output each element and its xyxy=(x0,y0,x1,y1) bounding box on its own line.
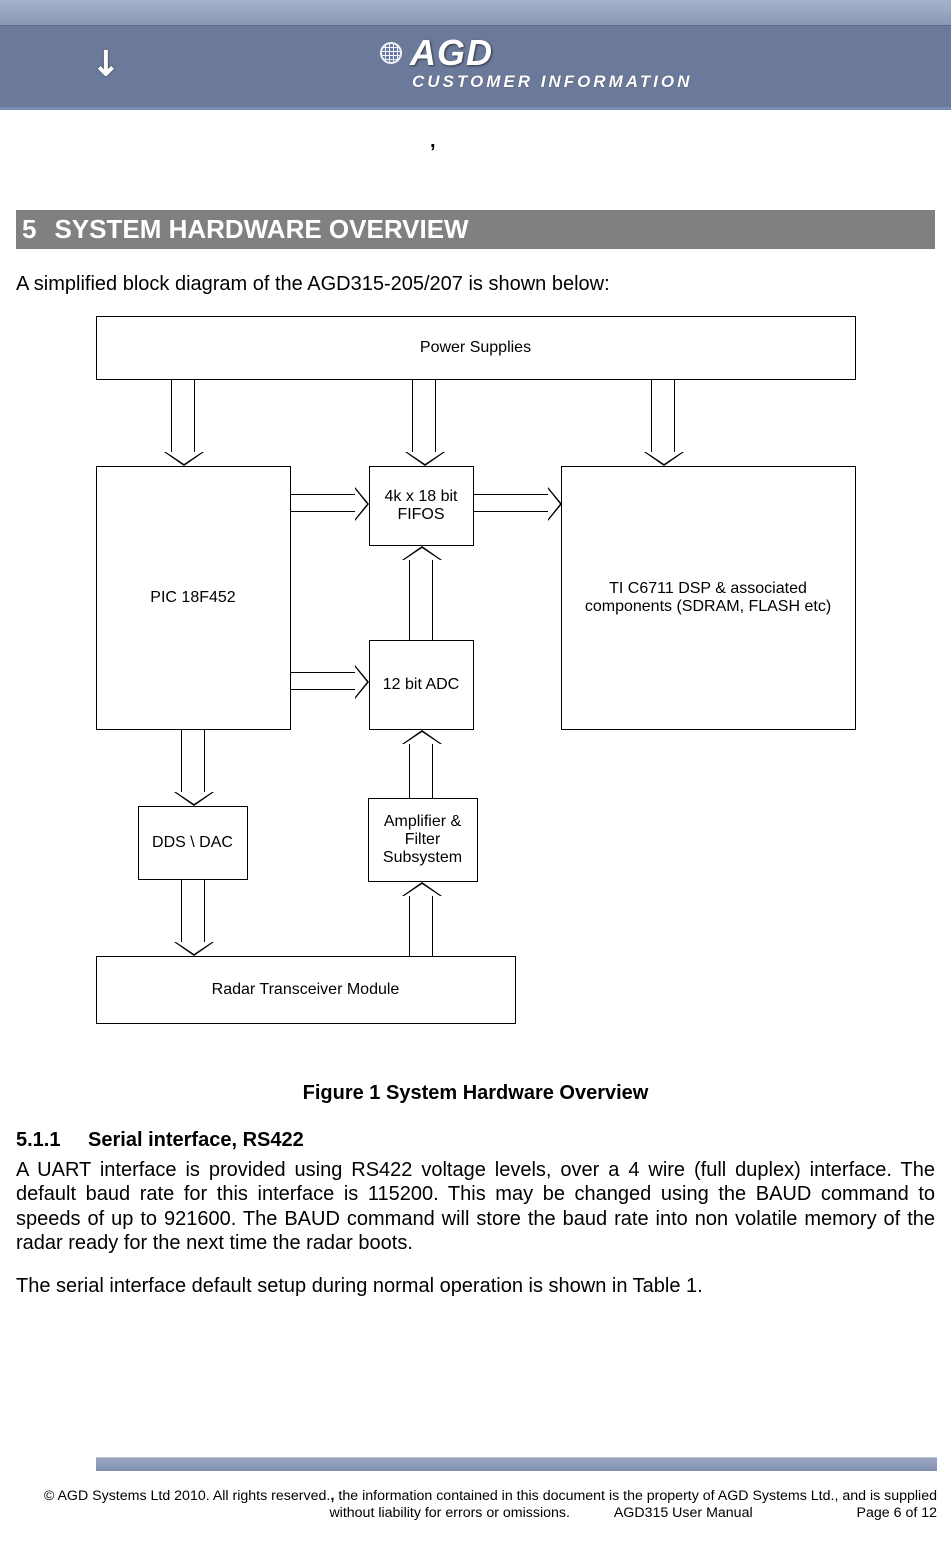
brand-text: AGD xyxy=(410,32,493,74)
subsection-heading: 5.1.1 Serial interface, RS422 xyxy=(16,1129,935,1152)
arrow-down-right-icon: ↘ xyxy=(82,38,130,86)
figure-caption: Figure 1 System Hardware Overview xyxy=(16,1082,935,1105)
stray-comma: , xyxy=(430,130,436,153)
arrow-icon xyxy=(412,380,436,452)
subsection-number: 5.1.1 xyxy=(16,1129,60,1151)
paragraph-2: The serial interface default setup durin… xyxy=(16,1274,935,1298)
block-adc: 12 bit ADC xyxy=(369,640,474,730)
arrow-icon xyxy=(409,560,433,640)
block-dsp: TI C6711 DSP & associated components (SD… xyxy=(561,466,856,730)
arrow-icon xyxy=(474,494,548,512)
arrow-icon xyxy=(171,380,195,452)
footer-text: © AGD Systems Ltd 2010. All rights reser… xyxy=(14,1487,937,1524)
arrow-icon xyxy=(181,880,205,942)
arrow-icon xyxy=(409,896,433,956)
arrow-icon xyxy=(291,672,355,690)
footer-doc-title: AGD315 User Manual xyxy=(614,1505,753,1523)
globe-icon xyxy=(380,42,402,64)
section-number: 5 xyxy=(22,214,36,245)
footer-page-number: Page 6 of 12 xyxy=(857,1505,937,1523)
block-pic: PIC 18F452 xyxy=(96,466,291,730)
subsection-title: Serial interface, RS422 xyxy=(88,1129,304,1151)
brand-logo: AGD xyxy=(380,32,493,74)
block-amplifier: Amplifier & Filter Subsystem xyxy=(368,798,478,882)
arrow-icon xyxy=(291,494,355,512)
block-radar: Radar Transceiver Module xyxy=(96,956,516,1024)
footer-liability: without liability for errors or omission… xyxy=(329,1505,569,1523)
footer-bar xyxy=(96,1457,937,1471)
section-title: SYSTEM HARDWARE OVERVIEW xyxy=(54,214,468,245)
section-header: 5 SYSTEM HARDWARE OVERVIEW xyxy=(16,210,935,249)
block-dds: DDS \ DAC xyxy=(138,806,248,880)
block-fifo: 4k x 18 bit FIFOS xyxy=(369,466,474,546)
block-power-supplies: Power Supplies xyxy=(96,316,856,380)
header-topstrip xyxy=(0,0,951,26)
footer-line1b: the information contained in this docume… xyxy=(334,1488,937,1504)
paragraph-1: A UART interface is provided using RS422… xyxy=(16,1158,935,1256)
header-banner: ↘ AGD CUSTOMER INFORMATION xyxy=(0,0,951,110)
arrow-icon xyxy=(181,730,205,792)
brand-subtitle: CUSTOMER INFORMATION xyxy=(412,72,692,92)
intro-paragraph: A simplified block diagram of the AGD315… xyxy=(16,273,935,296)
page-content: 5 SYSTEM HARDWARE OVERVIEW A simplified … xyxy=(0,210,951,1298)
arrow-icon xyxy=(409,744,433,798)
block-diagram: Power Supplies PIC 18F452 4k x 18 bit FI… xyxy=(16,316,935,1066)
arrow-icon xyxy=(651,380,675,452)
footer-copyright: © AGD Systems Ltd 2010. All rights reser… xyxy=(44,1488,330,1504)
